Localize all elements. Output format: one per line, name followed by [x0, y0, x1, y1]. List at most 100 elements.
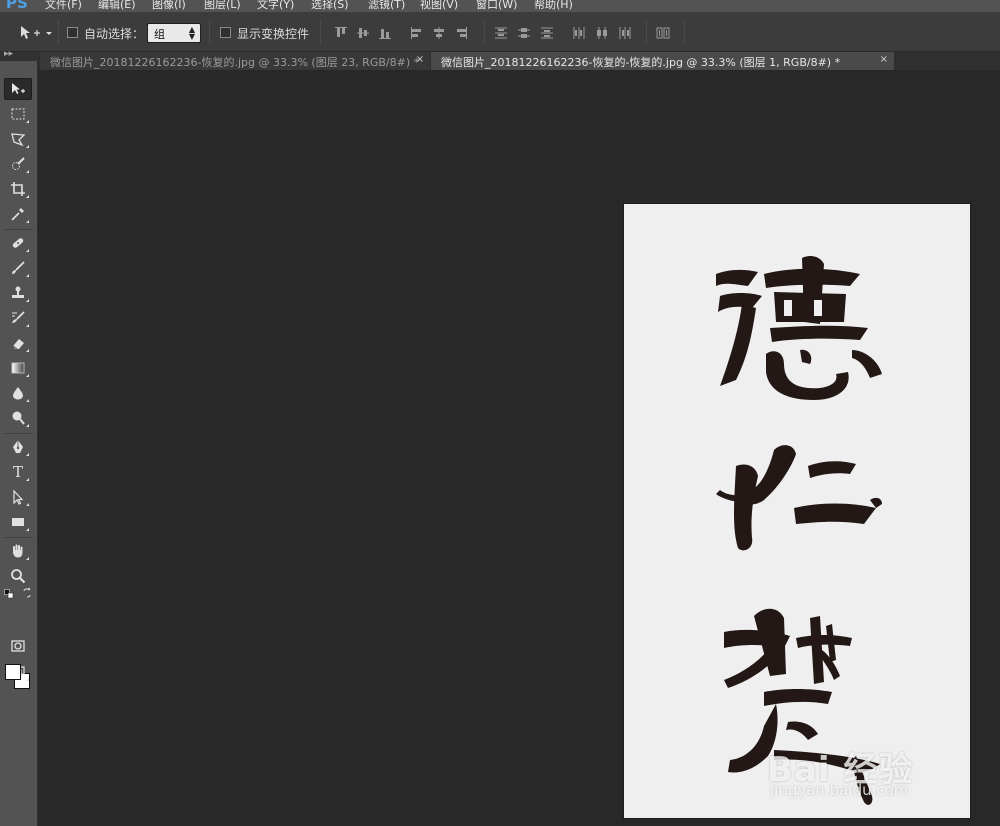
dodge-icon [12, 411, 25, 425]
options-separator [684, 20, 685, 44]
marquee-tool[interactable] [4, 103, 32, 125]
magnifier-icon [11, 569, 26, 584]
menu-file[interactable]: 文件(F) [45, 0, 82, 12]
options-bar: 自动选择： 组 ▲ ▼ 显示变换控件 [0, 12, 1000, 52]
distribute-top-edges-icon[interactable] [494, 26, 508, 40]
quick-mask-button[interactable] [4, 635, 32, 657]
show-transform-checkbox[interactable] [220, 27, 231, 38]
water-drop-icon [13, 387, 23, 400]
path-selection-icon [13, 489, 24, 505]
move-tool-icon [12, 83, 25, 94]
document-tab-1[interactable]: 微信图片_20181226162236-恢复的.jpg @ 33.3% (图层 … [40, 52, 430, 70]
distribute-horizontal-centers-icon[interactable] [595, 26, 609, 40]
auto-select-checkbox[interactable] [67, 27, 78, 38]
foreground-color-swatch[interactable] [5, 664, 21, 680]
options-separator [209, 20, 210, 44]
blur-tool[interactable] [4, 382, 32, 404]
eyedropper-icon [11, 208, 24, 221]
menu-layer[interactable]: 图层(L) [204, 0, 241, 12]
gradient-icon [11, 362, 25, 374]
eyedropper-tool[interactable] [4, 203, 32, 225]
align-bottom-edges-icon[interactable] [378, 26, 392, 40]
auto-select-dropdown[interactable]: 组 ▲ ▼ [147, 23, 201, 43]
menu-type[interactable]: 文字(Y) [257, 0, 294, 12]
distribute-left-edges-icon[interactable] [572, 26, 586, 40]
polygonal-lasso-icon [11, 133, 26, 147]
quick-mask-icon [11, 640, 25, 652]
close-tab-icon[interactable]: × [416, 54, 424, 65]
hand-tool[interactable] [4, 540, 32, 562]
tab-title: 微信图片_20181226162236-恢复的.jpg @ 33.3% (图层 … [50, 56, 420, 69]
quick-selection-icon [12, 157, 25, 170]
toolbar-separator [5, 229, 33, 230]
tool-preset-picker[interactable] [18, 24, 54, 42]
document-tab-2[interactable]: 微信图片_20181226162236-恢复的-恢复的.jpg @ 33.3% … [431, 52, 894, 70]
align-vertical-centers-icon[interactable] [356, 26, 370, 40]
options-separator [646, 20, 647, 44]
align-top-edges-icon[interactable] [334, 26, 348, 40]
rectangle-shape-icon [12, 518, 24, 526]
calligraphy-artwork [716, 256, 882, 805]
options-separator [484, 20, 485, 44]
gradient-tool[interactable] [4, 357, 32, 379]
menu-help[interactable]: 帮助(H) [534, 0, 573, 12]
document-tabs: 微信图片_20181226162236-恢复的.jpg @ 33.3% (图层 … [38, 52, 1000, 70]
toolbar-separator [5, 433, 33, 434]
zoom-tool[interactable] [4, 565, 32, 587]
photoshop-logo: PS [6, 0, 28, 12]
rectangle-tool[interactable] [4, 511, 32, 533]
lasso-tool[interactable] [4, 128, 32, 150]
eraser-icon [12, 339, 24, 350]
move-icon [21, 26, 52, 39]
distribute-bottom-edges-icon[interactable] [540, 26, 554, 40]
pen-icon [13, 440, 23, 453]
options-separator [320, 20, 321, 44]
menu-edit[interactable]: 编辑(E) [98, 0, 136, 12]
collapse-toolbar-icon[interactable]: ▸▸ [4, 49, 13, 59]
history-brush-icon [12, 311, 25, 323]
type-tool[interactable]: T [4, 461, 32, 483]
clone-stamp-tool[interactable] [4, 282, 32, 304]
brush-icon [12, 261, 25, 274]
close-tab-icon[interactable]: × [880, 54, 888, 65]
quick-selection-tool[interactable] [4, 153, 32, 175]
auto-select-value: 组 [154, 28, 165, 41]
align-horizontal-centers-icon[interactable] [432, 26, 446, 40]
menu-select[interactable]: 选择(S) [311, 0, 349, 12]
menu-window[interactable]: 窗口(W) [476, 0, 517, 12]
align-left-edges-icon[interactable] [410, 26, 424, 40]
rectangular-marquee-icon [11, 108, 25, 120]
dodge-tool[interactable] [4, 407, 32, 429]
pen-tool[interactable] [4, 436, 32, 458]
dropdown-arrows-icon: ▲ ▼ [188, 25, 195, 41]
toolbar-header[interactable]: ▸▸ [0, 49, 38, 61]
distribute-right-edges-icon[interactable] [618, 26, 632, 40]
document-canvas[interactable] [624, 204, 970, 818]
stamp-icon [12, 286, 24, 298]
bandage-icon [12, 238, 24, 248]
swap-colors-icon[interactable] [22, 588, 32, 598]
document-workspace[interactable] [38, 70, 1000, 826]
crop-tool[interactable] [4, 178, 32, 200]
baidu-watermark-url: jingyan.baidu.com [770, 781, 909, 799]
menu-view[interactable]: 视图(V) [420, 0, 458, 12]
default-colors-icon[interactable] [4, 589, 14, 599]
move-tool[interactable] [4, 78, 32, 100]
menu-bar: PS 文件(F) 编辑(E) 图像(I) 图层(L) 文字(Y) 选择(S) 滤… [0, 0, 1000, 12]
auto-select-label: 自动选择： [84, 27, 145, 41]
distribute-vertical-centers-icon[interactable] [517, 26, 531, 40]
align-right-edges-icon[interactable] [454, 26, 468, 40]
show-transform-label: 显示变换控件 [237, 27, 310, 41]
brush-tool[interactable] [4, 257, 32, 279]
menu-filter[interactable]: 滤镜(T) [368, 0, 405, 12]
history-brush-tool[interactable] [4, 307, 32, 329]
path-selection-tool[interactable] [4, 486, 32, 508]
tools-panel: T [0, 61, 38, 826]
eraser-tool[interactable] [4, 332, 32, 354]
tab-title: 微信图片_20181226162236-恢复的-恢复的.jpg @ 33.3% … [441, 56, 841, 69]
healing-brush-tool[interactable] [4, 232, 32, 254]
hand-icon [13, 544, 23, 558]
menu-image[interactable]: 图像(I) [152, 0, 186, 12]
toolbar-separator [5, 537, 33, 538]
auto-align-layers-icon[interactable] [656, 26, 670, 40]
